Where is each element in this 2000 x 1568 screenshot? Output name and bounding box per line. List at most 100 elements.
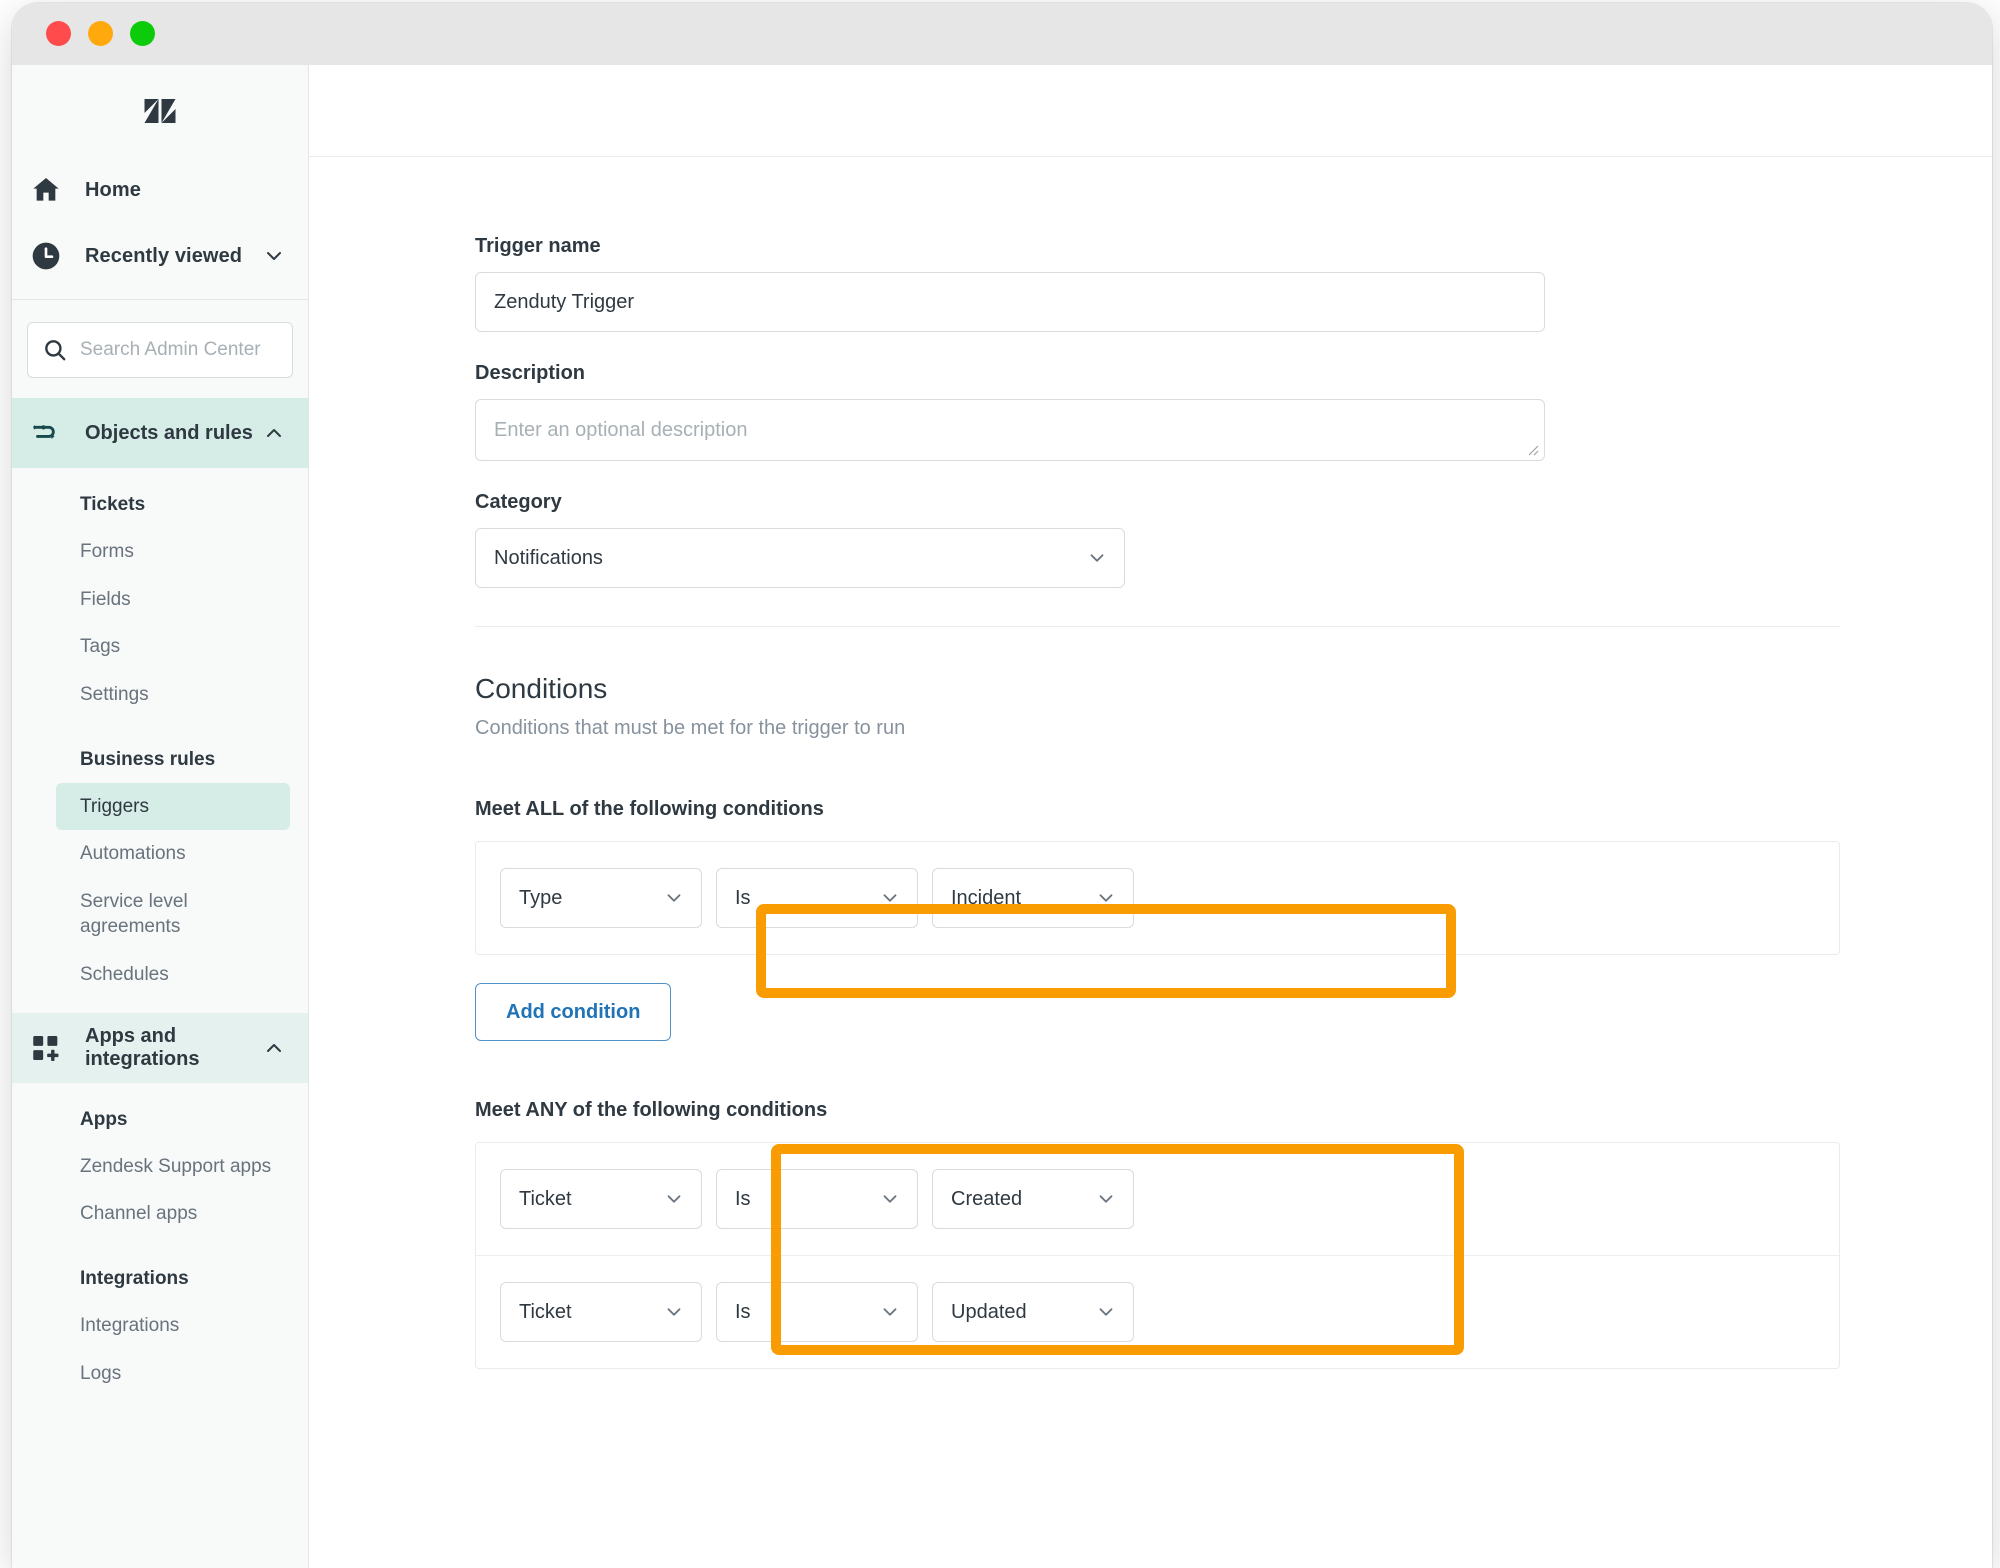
chevron-down-icon[interactable] — [1095, 887, 1117, 909]
zendesk-logo[interactable] — [12, 65, 308, 157]
condition-operator-select[interactable]: Is — [716, 868, 918, 928]
trigger-name-label: Trigger name — [475, 235, 601, 257]
search-placeholder: Search Admin Center — [80, 339, 261, 360]
search-input[interactable]: Search Admin Center — [27, 322, 293, 378]
condition-operator-select[interactable]: Is — [716, 1282, 918, 1342]
chevron-down-icon[interactable] — [879, 887, 901, 909]
sidebar-item-schedules[interactable]: Schedules — [12, 951, 308, 999]
chevron-down-icon[interactable] — [663, 887, 685, 909]
condition-value-value: Created — [951, 1187, 1023, 1210]
category-select[interactable]: Notifications — [475, 528, 1125, 588]
sidebar-subhead-apps: Apps — [80, 1108, 128, 1130]
close-window-button[interactable] — [46, 21, 71, 46]
clock-icon — [27, 237, 65, 275]
sidebar-subhead-integrations: Integrations — [80, 1268, 189, 1290]
chevron-down-icon[interactable] — [1095, 1301, 1117, 1323]
trigger-name-field: Trigger name Zenduty Trigger — [475, 235, 1545, 332]
condition-value-select[interactable]: Updated — [932, 1282, 1134, 1342]
sidebar-item-fields[interactable]: Fields — [12, 576, 308, 624]
sidebar: Home Recently viewed Search Admin Center… — [12, 65, 309, 1568]
add-condition-button[interactable]: Add condition — [475, 983, 672, 1041]
chevron-down-icon[interactable] — [663, 1188, 685, 1210]
chevron-down-icon[interactable] — [1086, 547, 1108, 569]
meet-all-conditions-panel: Type Is Incident — [475, 841, 1840, 955]
category-value: Notifications — [494, 546, 603, 569]
sidebar-primary-nav: Home Recently viewed — [12, 157, 308, 299]
condition-field-value: Ticket — [519, 1187, 572, 1210]
condition-row: Type Is Incident — [476, 842, 1839, 954]
window-titlebar — [12, 3, 1992, 65]
sidebar-item-service-level-agreements[interactable]: Service level agreements — [12, 878, 308, 951]
sidebar-group-label: Apps and integrations — [85, 1024, 200, 1070]
meet-any-conditions-panel: Ticket Is Created Ticket Is Updated — [475, 1142, 1840, 1369]
condition-field-select[interactable]: Ticket — [500, 1169, 702, 1229]
sidebar-subnav-objects-and-rules: Tickets Forms Fields Tags Settings Busin… — [12, 468, 308, 1013]
meet-any-label: Meet ANY of the following conditions — [475, 1099, 828, 1121]
app-window: Home Recently viewed Search Admin Center… — [12, 3, 1992, 1568]
condition-value-select[interactable]: Created — [932, 1169, 1134, 1229]
trigger-form: Trigger name Zenduty Trigger Description… — [309, 157, 1992, 1369]
chevron-up-icon[interactable] — [262, 421, 286, 445]
sidebar-item-tags[interactable]: Tags — [12, 623, 308, 671]
condition-row: Ticket Is — [476, 1255, 1839, 1368]
sidebar-subnav-apps-and-integrations: Apps Zendesk Support apps Channel apps I… — [12, 1083, 308, 1412]
chevron-down-icon[interactable] — [879, 1188, 901, 1210]
sidebar-item-forms[interactable]: Forms — [12, 528, 308, 576]
app-body: Home Recently viewed Search Admin Center… — [12, 65, 1992, 1568]
traffic-lights — [46, 21, 155, 46]
sidebar-item-channel-apps[interactable]: Channel apps — [12, 1190, 308, 1238]
meet-all-label: Meet ALL of the following conditions — [475, 798, 824, 820]
chevron-up-icon[interactable] — [262, 1036, 286, 1060]
sidebar-item-recently-viewed[interactable]: Recently viewed — [12, 223, 308, 289]
chevron-down-icon[interactable] — [1095, 1188, 1117, 1210]
sidebar-item-label: Home — [85, 178, 141, 201]
sidebar-group-apps-and-integrations[interactable]: Apps and integrations — [12, 1012, 308, 1083]
sidebar-item-home[interactable]: Home — [12, 157, 308, 223]
condition-value-value: Incident — [951, 886, 1022, 909]
sidebar-subhead-business-rules: Business rules — [80, 748, 216, 770]
sidebar-search: Search Admin Center — [12, 300, 308, 398]
chevron-down-icon[interactable] — [879, 1301, 901, 1323]
sidebar-item-zendesk-support-apps[interactable]: Zendesk Support apps — [12, 1143, 308, 1191]
condition-row: Ticket Is — [476, 1143, 1839, 1255]
sidebar-item-integrations[interactable]: Integrations — [12, 1302, 308, 1350]
condition-field-value: Type — [519, 886, 563, 909]
condition-operator-value: Is — [735, 1300, 751, 1323]
minimize-window-button[interactable] — [88, 21, 113, 46]
sidebar-subhead-tickets: Tickets — [80, 494, 146, 515]
condition-operator-value: Is — [735, 886, 751, 909]
apps-integrations-icon — [27, 1029, 65, 1067]
sidebar-group-label: Objects and rules — [85, 421, 253, 444]
chevron-down-icon[interactable] — [262, 244, 286, 268]
condition-field-value: Ticket — [519, 1300, 572, 1323]
category-label: Category — [475, 491, 562, 513]
trigger-name-input[interactable]: Zenduty Trigger — [475, 272, 1545, 332]
sidebar-item-automations[interactable]: Automations — [12, 830, 308, 878]
home-icon — [27, 171, 65, 209]
condition-operator-value: Is — [735, 1187, 751, 1210]
sidebar-item-settings[interactable]: Settings — [12, 671, 308, 719]
condition-value-select[interactable]: Incident — [932, 868, 1134, 928]
form-column: Trigger name Zenduty Trigger Description… — [475, 235, 1840, 1369]
search-icon — [42, 337, 68, 363]
resize-handle-icon[interactable] — [1525, 442, 1539, 456]
sidebar-item-logs[interactable]: Logs — [12, 1350, 308, 1398]
conditions-section-subtitle: Conditions that must be met for the trig… — [475, 717, 906, 739]
condition-operator-select[interactable]: Is — [716, 1169, 918, 1229]
maximize-window-button[interactable] — [130, 21, 155, 46]
description-field: Description Enter an optional descriptio… — [475, 362, 1545, 461]
conditions-section-title: Conditions — [475, 673, 608, 704]
main-content: Trigger name Zenduty Trigger Description… — [309, 65, 1992, 1568]
section-divider — [475, 626, 1840, 627]
condition-field-select[interactable]: Type — [500, 868, 702, 928]
condition-field-select[interactable]: Ticket — [500, 1282, 702, 1342]
category-field: Category Notifications — [475, 491, 1545, 588]
description-label: Description — [475, 362, 586, 384]
sidebar-group-objects-and-rules[interactable]: Objects and rules — [12, 398, 308, 468]
sidebar-item-label: Recently viewed — [85, 244, 243, 267]
sidebar-item-triggers[interactable]: Triggers — [56, 782, 290, 831]
objects-rules-icon — [27, 414, 65, 452]
description-textarea[interactable]: Enter an optional description — [475, 399, 1545, 461]
condition-value-value: Updated — [951, 1300, 1027, 1323]
chevron-down-icon[interactable] — [663, 1301, 685, 1323]
